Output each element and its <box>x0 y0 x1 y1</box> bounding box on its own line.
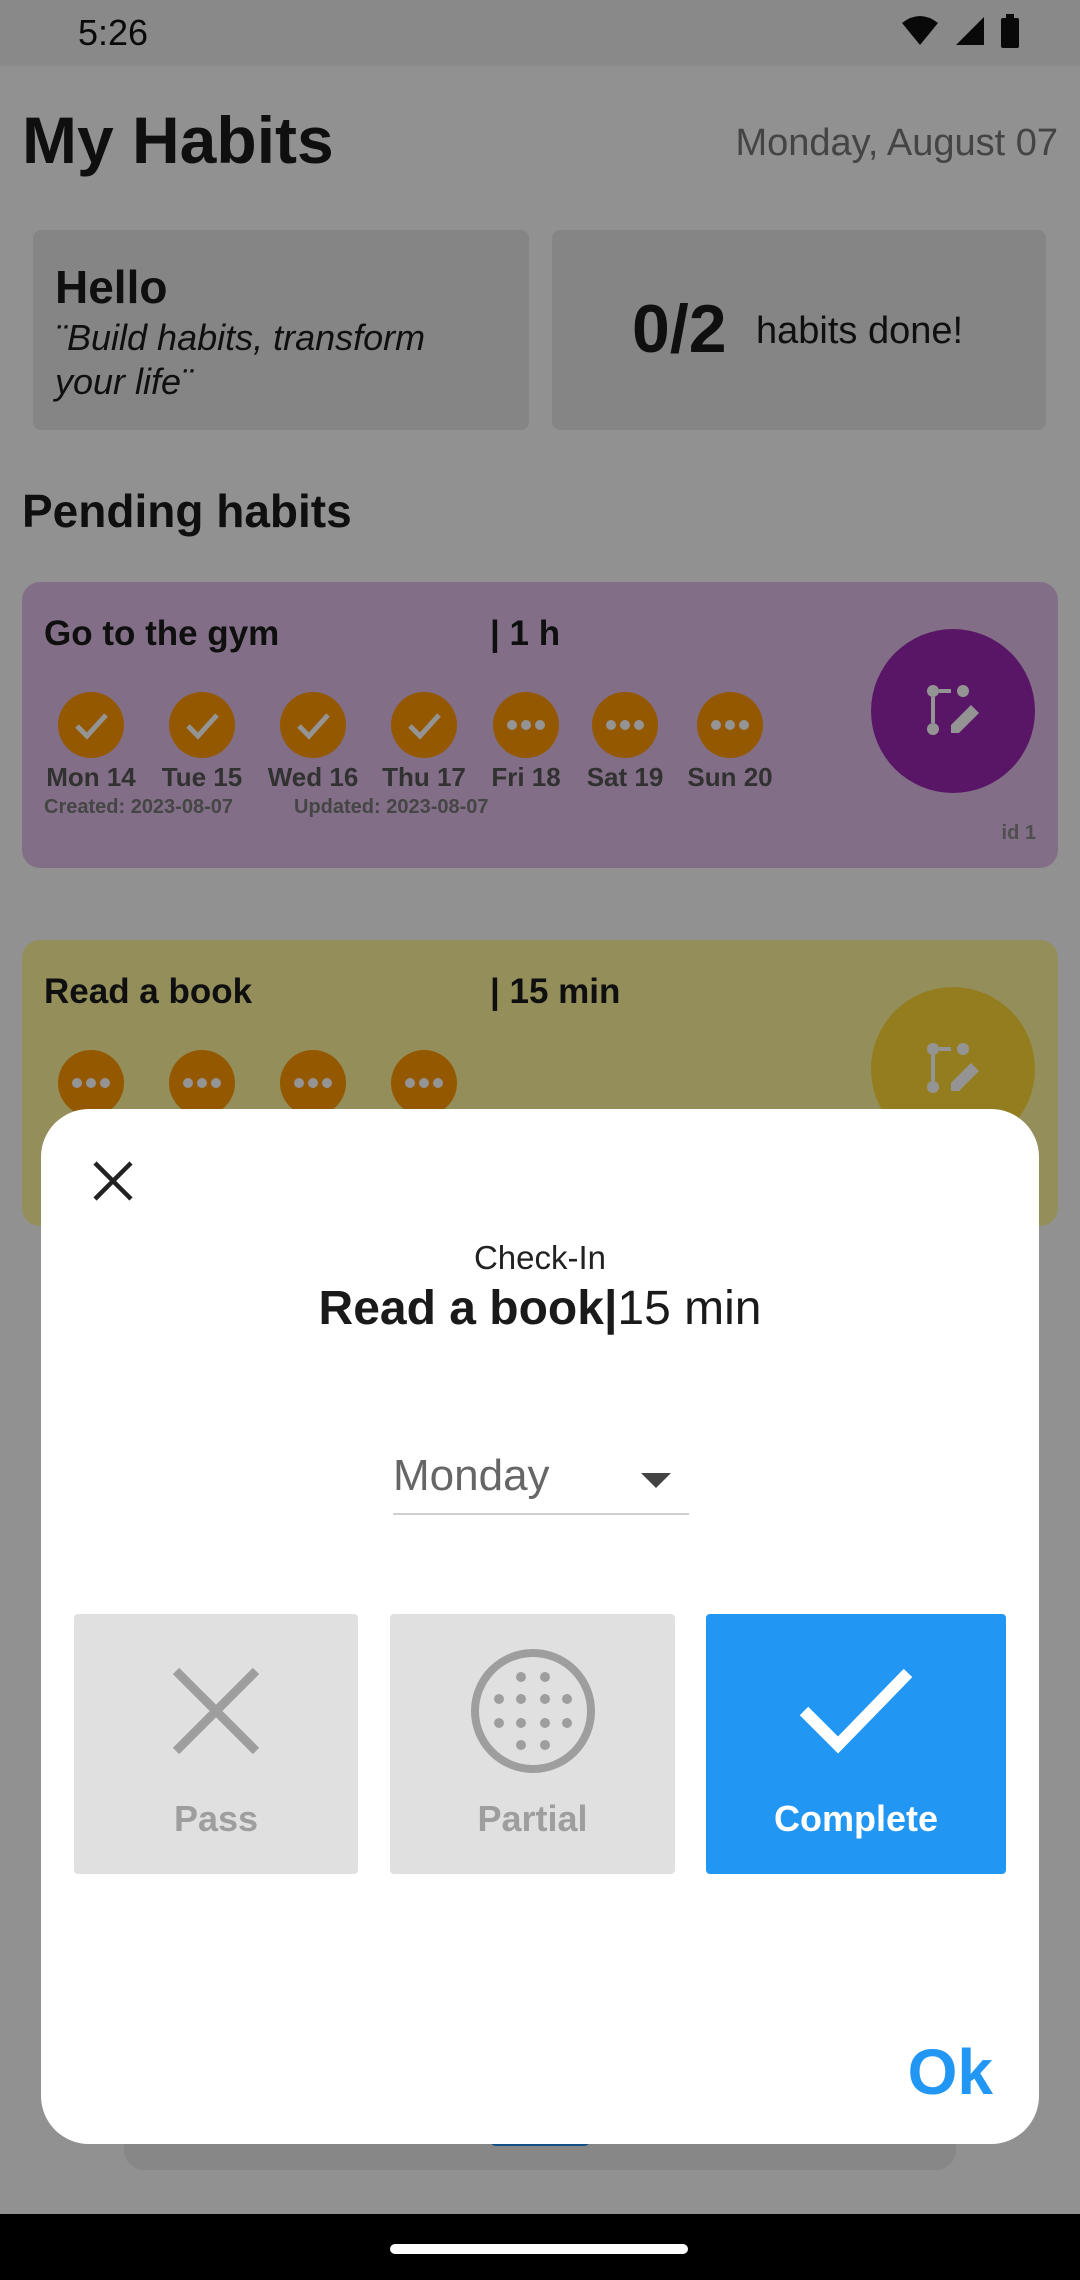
dialog-title: Read a book|15 min <box>41 1281 1039 1336</box>
complete-option[interactable]: Complete <box>706 1614 1006 1874</box>
dialog-subtitle: Check-In <box>473 1239 607 1276</box>
status-bar-scrim <box>0 0 1080 66</box>
navigation-bar <box>0 2214 1080 2280</box>
partial-dots-icon <box>468 1646 598 1776</box>
partial-option[interactable]: Partial <box>390 1614 675 1874</box>
close-icon <box>151 1646 281 1776</box>
close-button[interactable] <box>81 1149 145 1213</box>
day-select-value: Monday <box>393 1451 550 1500</box>
dialog-title-separator: | <box>603 1282 618 1335</box>
dialog-habit-name: Read a book <box>318 1282 604 1335</box>
close-icon <box>93 1161 133 1201</box>
ok-button[interactable]: Ok <box>908 2035 993 2109</box>
pass-option[interactable]: Pass <box>74 1614 358 1874</box>
pass-label: Pass <box>173 1798 259 1839</box>
check-icon <box>791 1646 921 1776</box>
home-handle[interactable] <box>390 2244 688 2254</box>
check-in-dialog: Check-In Read a book|15 min Monday Pass … <box>41 1109 1039 2144</box>
dropdown-arrow-icon <box>641 1473 671 1488</box>
day-select[interactable]: Monday <box>393 1447 689 1515</box>
complete-label: Complete <box>773 1798 939 1839</box>
partial-label: Partial <box>477 1798 588 1839</box>
dialog-habit-duration: 15 min <box>617 1282 762 1335</box>
